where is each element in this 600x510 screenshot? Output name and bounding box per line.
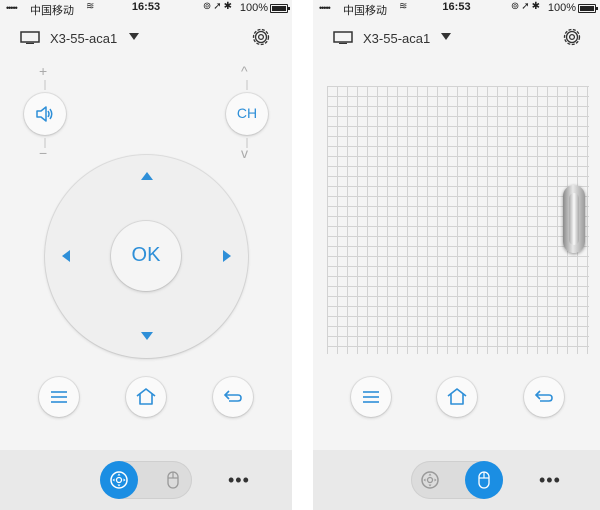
caret-down-icon[interactable] [129, 33, 139, 40]
more-icon[interactable]: ••• [539, 470, 561, 491]
touchpad-area[interactable] [327, 86, 589, 354]
dpad-up-button[interactable] [141, 172, 153, 180]
volume-track-top [44, 80, 46, 90]
battery-icon [578, 4, 598, 13]
ok-button[interactable]: OK [111, 221, 181, 291]
header: X3-55-aca1 [0, 20, 292, 56]
more-icon[interactable]: ••• [228, 470, 250, 491]
back-button[interactable] [213, 377, 253, 417]
remote-screen-dpad: ••••• 中国移动 ≋ 16:53 ⊚➚✱ 100% X3-55-aca1 +… [0, 0, 292, 510]
mouse-icon [167, 471, 179, 489]
back-icon [534, 390, 553, 402]
dpad-icon [421, 471, 439, 489]
home-button[interactable] [126, 377, 166, 417]
mode-toggle[interactable] [411, 461, 503, 499]
dpad-mode-button[interactable] [411, 461, 449, 499]
back-button[interactable] [524, 377, 564, 417]
channel-label: CH [236, 105, 258, 121]
home-icon [447, 388, 467, 405]
remote-screen-touchpad: ••••• 中国移动 ≋ 16:53 ⊚➚✱ 100% X3-55-aca1 •… [313, 0, 600, 510]
mouse-icon [478, 471, 490, 489]
home-button[interactable] [437, 377, 477, 417]
channel-down-indicator: v [241, 145, 248, 161]
menu-icon [363, 391, 379, 403]
ok-label: OK [131, 244, 161, 266]
volume-button[interactable] [24, 93, 66, 135]
volume-minus-indicator: − [39, 145, 48, 161]
scroll-handle-grip [569, 193, 579, 245]
status-icons: ⊚➚✱ [510, 1, 542, 12]
channel-up-indicator: ^ [241, 63, 248, 79]
menu-button[interactable] [39, 377, 79, 417]
dpad: OK [45, 155, 248, 358]
mouse-mode-button[interactable] [465, 461, 503, 499]
back-icon [223, 390, 242, 402]
bottom-bar: ••• [0, 450, 292, 510]
home-icon [136, 388, 156, 405]
device-name[interactable]: X3-55-aca1 [363, 31, 430, 46]
dpad-left-button[interactable] [62, 250, 70, 262]
battery-percent: 100% [547, 2, 576, 14]
caret-down-icon[interactable] [441, 33, 451, 40]
battery-icon [270, 4, 290, 13]
dpad-icon [110, 471, 128, 489]
mouse-mode-button[interactable] [154, 461, 192, 499]
dpad-down-button[interactable] [141, 332, 153, 340]
status-icons: ⊚➚✱ [202, 1, 234, 12]
battery-percent: 100% [239, 2, 268, 14]
status-bar: ••••• 中国移动 ≋ 16:53 ⊚➚✱ 100% [313, 0, 600, 17]
volume-plus-indicator: + [39, 63, 48, 79]
menu-button[interactable] [351, 377, 391, 417]
gear-icon[interactable] [250, 26, 272, 48]
gear-icon[interactable] [561, 26, 583, 48]
scroll-handle[interactable] [563, 185, 585, 253]
menu-icon [51, 391, 67, 403]
bottom-bar: ••• [313, 450, 600, 510]
dpad-mode-button[interactable] [100, 461, 138, 499]
device-name[interactable]: X3-55-aca1 [50, 31, 117, 46]
tv-icon [333, 31, 353, 44]
channel-track-top [246, 80, 248, 90]
status-bar: ••••• 中国移动 ≋ 16:53 ⊚➚✱ 100% [0, 0, 292, 17]
mode-toggle[interactable] [100, 461, 192, 499]
volume-icon [36, 106, 53, 122]
channel-button[interactable]: CH [226, 93, 268, 135]
header: X3-55-aca1 [313, 20, 600, 56]
dpad-right-button[interactable] [223, 250, 231, 262]
tv-icon [20, 31, 40, 44]
